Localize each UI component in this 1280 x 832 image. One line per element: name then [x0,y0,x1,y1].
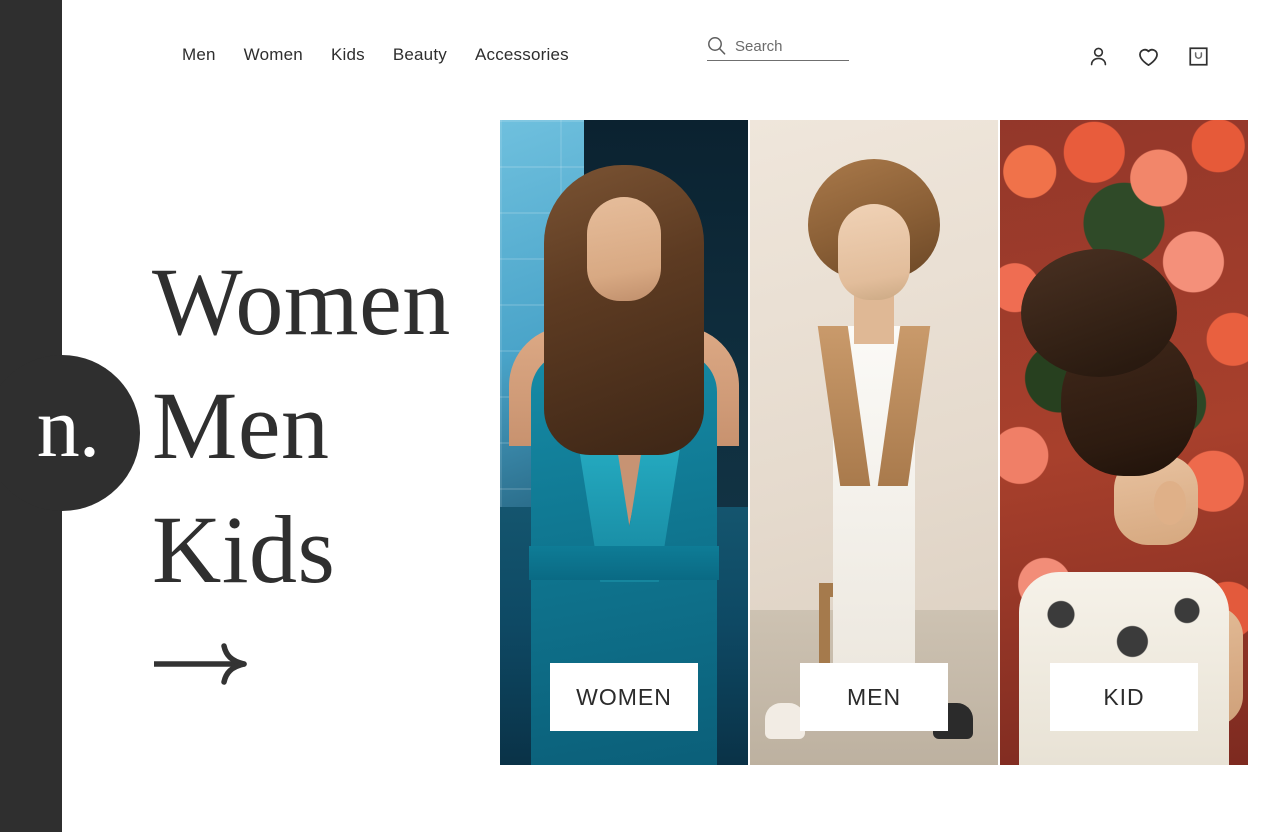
nav-link-accessories[interactable]: Accessories [475,45,569,65]
category-card-women[interactable]: WOMEN [500,120,748,765]
nav-link-men[interactable]: Men [182,45,216,65]
category-card-label-kid[interactable]: KID [1050,663,1198,731]
primary-navigation: Men Women Kids Beauty Accessories [182,45,569,65]
category-card-kid[interactable]: KID [1000,120,1248,765]
nav-link-beauty[interactable]: Beauty [393,45,447,65]
category-card-label-men[interactable]: MEN [800,663,948,731]
search-icon [708,37,726,55]
shopping-bag-icon [1188,46,1208,66]
shopping-bag-icon-button[interactable] [1184,42,1212,70]
search-input[interactable] [735,38,849,55]
account-icon [1090,47,1106,65]
account-icon-button[interactable] [1084,42,1112,70]
site-header: Men Women Kids Beauty Accessories [62,0,1280,110]
wishlist-heart-icon [1138,48,1158,66]
category-card-group: WOMEN MEN KID [500,120,1248,765]
nav-link-women[interactable]: Women [244,45,303,65]
hero-line-kids[interactable]: Kids [152,488,451,612]
category-card-label-women[interactable]: WOMEN [550,663,698,731]
nav-link-kids[interactable]: Kids [331,45,365,65]
search-box[interactable] [707,36,849,61]
hero-headline: Women Men Kids [152,240,451,691]
brand-logo-badge[interactable]: n. [0,355,140,511]
header-icon-group [1084,42,1212,70]
category-card-men[interactable]: MEN [750,120,998,765]
hero-line-men[interactable]: Men [152,364,451,488]
brand-logo-text: n. [36,379,100,475]
hero-line-women[interactable]: Women [152,240,451,364]
wishlist-heart-icon-button[interactable] [1134,42,1162,70]
arrow-right-icon[interactable] [152,642,252,686]
